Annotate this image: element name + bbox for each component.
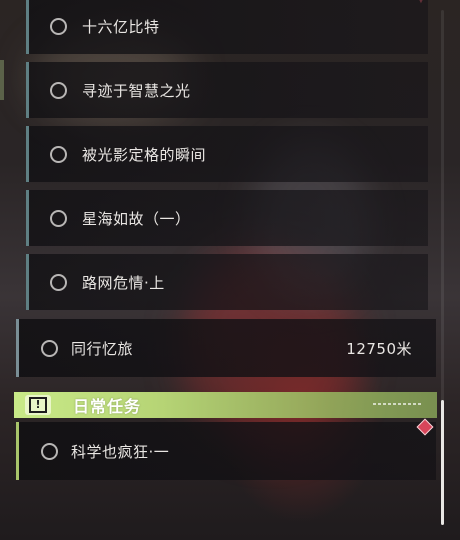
quest-label: 路网危情·上 <box>82 273 165 292</box>
circle-icon <box>41 442 58 460</box>
quest-item-sub[interactable]: 星海如故（一） <box>26 190 428 246</box>
quest-label: 科学也疯狂·一 <box>71 442 170 461</box>
circle-icon <box>50 145 67 163</box>
quest-item-sub[interactable]: 路网危情·上 <box>26 254 428 310</box>
quest-item-sub[interactable]: 十六亿比特 <box>26 0 428 54</box>
quest-label: 星海如故（一） <box>82 209 191 228</box>
distance-readout: 12750米 <box>346 339 412 358</box>
scrollbar-thumb[interactable] <box>441 400 444 525</box>
circle-icon <box>50 17 67 35</box>
quest-label: 同行忆旅 <box>71 339 134 358</box>
exclamation-box-icon: ! <box>25 395 51 415</box>
quest-label: 被光影定格的瞬间 <box>82 145 207 164</box>
header-decoration <box>373 403 423 405</box>
circle-icon <box>50 273 67 291</box>
circle-icon <box>50 81 67 99</box>
quest-label: 寻迹于智慧之光 <box>82 81 191 100</box>
quest-item-daily[interactable]: 科学也疯狂·一 <box>16 422 436 480</box>
quest-item-main[interactable]: 同行忆旅 12750米 <box>16 319 436 377</box>
category-title: 日常任务 <box>73 397 142 416</box>
quest-item-sub[interactable]: 被光影定格的瞬间 <box>26 126 428 182</box>
circle-icon <box>41 339 58 357</box>
daily-tasks-header[interactable]: ! 日常任务 <box>14 392 437 418</box>
circle-icon <box>50 209 67 227</box>
edge-accent <box>0 60 4 100</box>
quest-tracker-panel: ▼ 十六亿比特 寻迹于智慧之光 被光影定格的瞬间 星海如故（一） 路网危情·上 … <box>0 0 460 540</box>
quest-item-sub[interactable]: 寻迹于智慧之光 <box>26 62 428 118</box>
quest-label: 十六亿比特 <box>82 17 160 36</box>
